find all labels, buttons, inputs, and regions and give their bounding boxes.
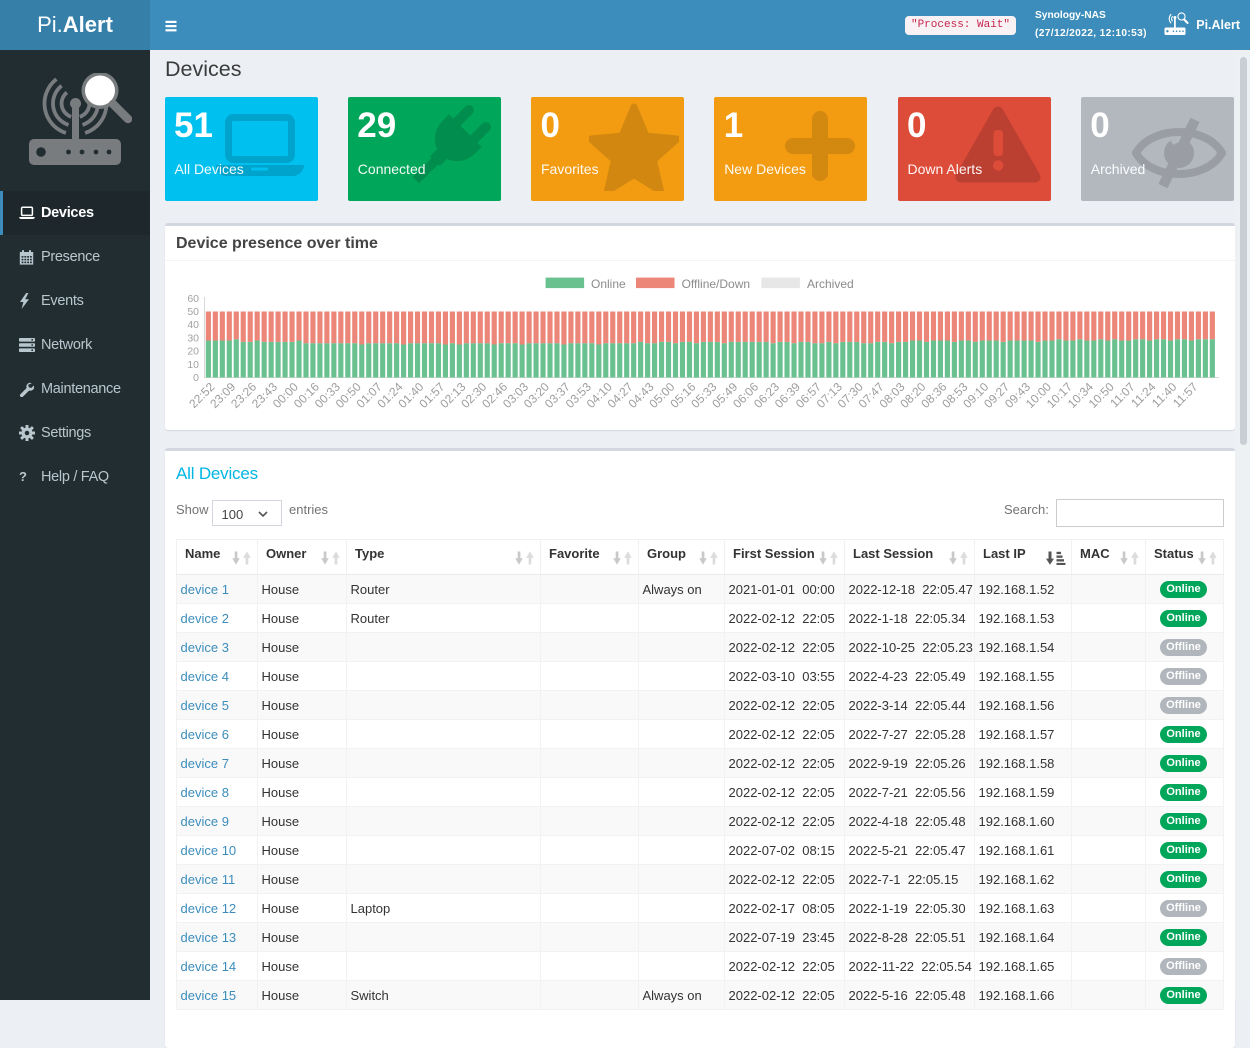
svg-text:20: 20	[187, 346, 199, 358]
svg-text:30: 30	[187, 332, 199, 344]
svg-text:0: 0	[193, 372, 199, 384]
svg-text:50: 50	[187, 306, 199, 318]
svg-text:60: 60	[187, 293, 199, 305]
svg-text:Archived: Archived	[807, 277, 854, 291]
svg-text:Online: Online	[591, 277, 626, 291]
svg-text:Offline/Down: Offline/Down	[682, 277, 750, 291]
svg-text:11:57: 11:57	[1170, 379, 1201, 410]
svg-text:10: 10	[187, 359, 199, 371]
svg-text:40: 40	[187, 319, 199, 331]
